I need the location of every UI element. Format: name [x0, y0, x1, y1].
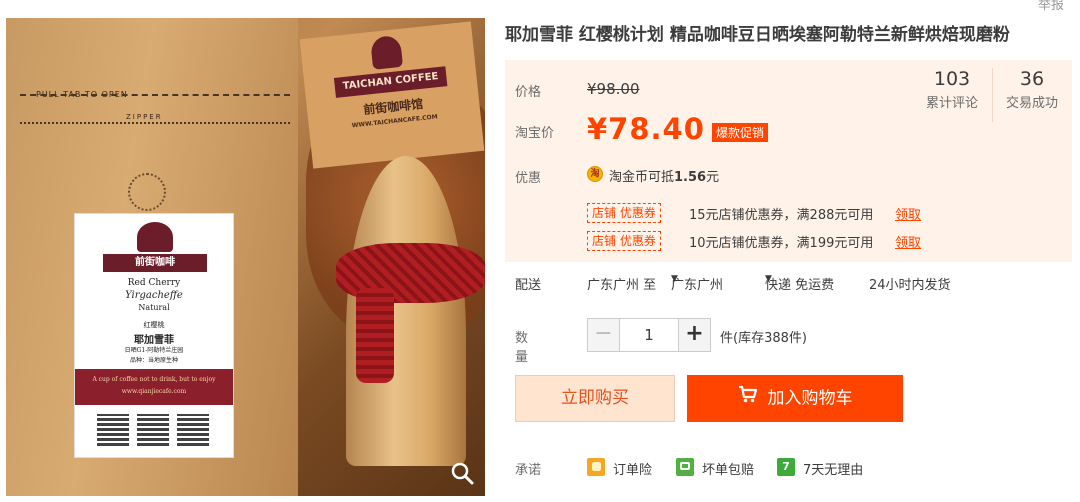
promise-item[interactable]: 7天无理由: [803, 459, 863, 478]
buy-now-button[interactable]: 立即购买: [515, 375, 675, 422]
ship-method: 快递 免运费: [765, 278, 835, 293]
bag-label: 前街咖啡 Red Cherry Yirgacheffe Natural 红樱桃 …: [74, 213, 234, 458]
claim-coupon-link[interactable]: 领取: [895, 204, 921, 223]
add-to-cart-label: 加入购物车: [767, 388, 853, 409]
coupon-tag: 店铺 优惠券: [587, 203, 661, 223]
add-to-cart-button[interactable]: 加入购物车: [687, 375, 903, 422]
taobao-price-label: 淘宝价: [515, 126, 555, 141]
ship-time: 24小时内发货: [869, 278, 951, 293]
qr-code-icon: [177, 414, 209, 446]
bag-zipper-text: ZIPPER: [126, 113, 163, 121]
product-image[interactable]: PULL TAB TO OPEN ZIPPER 前街咖啡 Red Cherry …: [6, 18, 485, 496]
order-insurance-icon: [587, 458, 605, 476]
red-scarf-tail: [356, 288, 394, 383]
sales-count-stat: 36 交易成功: [993, 68, 1071, 111]
decrement-button[interactable]: −: [588, 319, 620, 351]
quantity-label: 数量: [515, 331, 529, 365]
zoom-magnifier-icon[interactable]: [449, 460, 477, 488]
ship-from: 广东广州 至: [587, 278, 657, 293]
label-cn1: 红樱桃: [143, 321, 165, 329]
label-line1: Red Cherry: [127, 278, 181, 288]
label-cn2: 耶加雪菲: [134, 335, 174, 346]
coupon-tag: 店铺 优惠券: [587, 231, 661, 251]
claim-coupon-link[interactable]: 领取: [895, 232, 921, 251]
bag-tear-line: [20, 94, 290, 96]
promise-item[interactable]: 订单险: [613, 459, 652, 478]
original-price: ¥98.00: [587, 80, 640, 98]
label-red-band: A cup of coffee not to drink, but to enj…: [75, 369, 233, 405]
coin-discount-text: 淘金币可抵1.56元: [609, 170, 720, 185]
shipping-label: 配送: [515, 278, 542, 293]
stock-text: 件(库存388件): [720, 331, 807, 346]
sales-count-label: 交易成功: [1005, 96, 1058, 111]
qr-code-icon: [97, 414, 129, 446]
promise-item[interactable]: 坏单包赔: [702, 459, 754, 478]
review-count-stat[interactable]: 103 累计评论: [913, 68, 991, 111]
current-price: ¥78.40: [587, 112, 705, 146]
label-slogan: A cup of coffee not to drink, but to enj…: [92, 376, 216, 383]
bag-zipper-line: [20, 122, 290, 124]
report-link[interactable]: 举报: [1038, 0, 1064, 13]
ship-to: 广东广州: [671, 278, 724, 293]
label-cn3: 日晒G1-阿勒特兰庄园: [124, 347, 184, 354]
qr-code-icon: [137, 414, 169, 446]
tag-logo-icon: [369, 34, 404, 70]
quantity-stepper: − 1 +: [587, 318, 711, 352]
chevron-down-icon: ▼: [765, 274, 772, 284]
label-brand: 前街咖啡: [103, 254, 207, 272]
label-cn4: 品种：当地原生种: [129, 357, 178, 364]
broken-guarantee-icon: [676, 458, 694, 476]
bag-valve: [128, 173, 166, 211]
coupon-desc: 15元店铺优惠券，满288元可用: [689, 208, 874, 223]
label-logo-icon: [137, 222, 173, 252]
coupon-desc: 10元店铺优惠券，满199元可用: [689, 236, 874, 251]
price-box: 价格 ¥98.00 淘宝价 ¥78.40 爆款促销 103 累计评论 36 交易…: [505, 60, 1072, 152]
price-label: 价格: [515, 85, 542, 100]
label-line2: Yirgacheffe: [125, 290, 183, 301]
chevron-down-icon: ▼: [671, 274, 678, 284]
discount-box: 优惠 淘 淘金币可抵1.56元 店铺 优惠券 15元店铺优惠券，满288元可用 …: [505, 152, 1072, 262]
discount-label: 优惠: [515, 171, 542, 186]
promise-label: 承诺: [515, 463, 542, 478]
label-line3: Natural: [138, 303, 170, 312]
label-site: www.qianjiecafe.com: [121, 388, 187, 395]
cart-icon: [738, 375, 758, 422]
sales-count: 36: [1019, 68, 1045, 90]
coin-amount: 1.56: [674, 170, 707, 185]
quantity-input[interactable]: 1: [620, 319, 678, 351]
review-count-label: 累计评论: [925, 96, 978, 111]
shop-tag-card: TAICHAN COFFEE 前街咖啡馆 WWW.TAICHANCAFE.COM: [299, 21, 485, 169]
promo-badge: 爆款促销: [712, 123, 769, 142]
seven-day-return-icon: 7: [777, 458, 795, 476]
taobao-coin-icon: 淘: [587, 166, 603, 182]
review-count: 103: [933, 68, 971, 90]
increment-button[interactable]: +: [678, 319, 710, 351]
product-title: 耶加雪菲 红樱桃计划 精品咖啡豆日晒埃塞阿勒特兰新鲜烘焙现磨粉: [505, 25, 1010, 45]
